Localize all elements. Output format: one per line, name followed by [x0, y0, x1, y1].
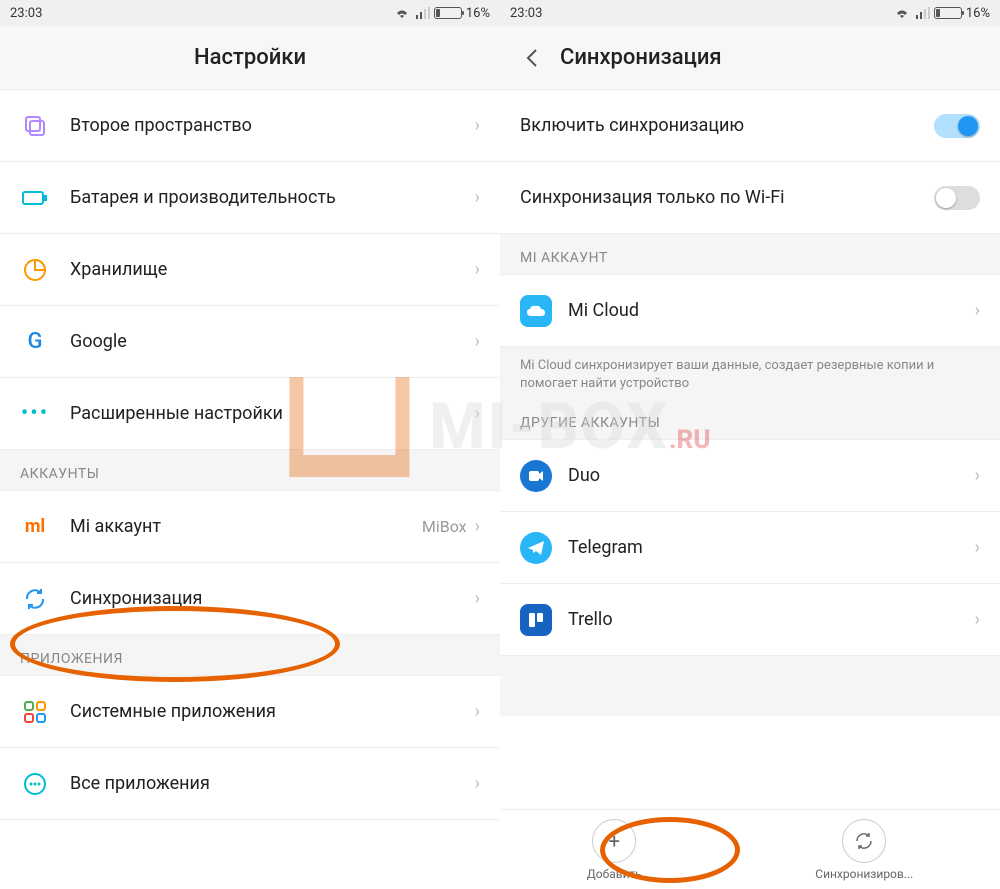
refresh-icon [842, 819, 886, 863]
signal-icon [416, 7, 430, 19]
wifi-icon [894, 7, 910, 19]
settings-header: Настройки [0, 26, 500, 90]
section-apps: ПРИЛОЖЕНИЯ [0, 635, 500, 676]
settings-list: Второе пространство › Батарея и производ… [0, 90, 500, 889]
bottom-bar: + Добавить Синхронизиров... [500, 809, 1000, 889]
button-label: Синхронизиров... [815, 867, 913, 881]
status-time: 23:03 [10, 6, 42, 21]
row-label: Системные приложения [70, 700, 475, 723]
trello-icon [520, 604, 552, 636]
status-bar: 23:03 16% [500, 0, 1000, 26]
row-trello[interactable]: Trello › [500, 584, 1000, 656]
row-label: Второе пространство [70, 114, 475, 137]
row-telegram[interactable]: Telegram › [500, 512, 1000, 584]
chevron-right-icon: › [975, 300, 980, 321]
battery-row-icon [22, 190, 48, 206]
battery-icon [434, 7, 462, 19]
second-space-icon [23, 114, 47, 138]
row-duo[interactable]: Duo › [500, 440, 1000, 512]
chevron-right-icon: › [475, 259, 480, 280]
right-screen: 23:03 16% Синхронизация Включить синхрон… [500, 0, 1000, 889]
row-second-space[interactable]: Второе пространство › [0, 90, 500, 162]
wifi-icon [394, 7, 410, 19]
row-wifi-only[interactable]: Синхронизация только по Wi-Fi [500, 162, 1000, 234]
chevron-right-icon: › [475, 331, 480, 352]
chevron-right-icon: › [975, 609, 980, 630]
row-label: Батарея и производительность [70, 186, 475, 209]
row-battery[interactable]: Батарея и производительность › [0, 162, 500, 234]
toggle-enable-sync[interactable] [934, 114, 980, 138]
row-label: Хранилище [70, 258, 475, 281]
row-all-apps[interactable]: Все приложения › [0, 748, 500, 820]
toggle-wifi-only[interactable] [934, 186, 980, 210]
row-label: Trello [568, 608, 975, 631]
row-label: Telegram [568, 536, 975, 559]
button-label: Добавить [587, 867, 642, 881]
storage-icon [23, 258, 47, 282]
duo-icon [520, 460, 552, 492]
mi-cloud-icon [520, 295, 552, 327]
section-accounts: АККАУНТЫ [0, 450, 500, 491]
chevron-right-icon: › [475, 588, 480, 609]
row-mi-cloud[interactable]: Mi Cloud › [500, 275, 1000, 347]
plus-icon: + [592, 819, 636, 863]
chevron-right-icon: › [475, 187, 480, 208]
row-value: MiBox [422, 517, 467, 536]
sync-icon [23, 587, 47, 611]
chevron-right-icon: › [475, 403, 480, 424]
all-apps-icon [23, 772, 47, 796]
row-label: Все приложения [70, 772, 475, 795]
row-mi-account[interactable]: ml Mi аккаунт MiBox › [0, 491, 500, 563]
row-label: Расширенные настройки [70, 402, 475, 425]
add-account-button[interactable]: + Добавить [587, 819, 642, 881]
row-label: Синхронизация [70, 587, 475, 610]
chevron-right-icon: › [475, 115, 480, 136]
chevron-right-icon: › [475, 773, 480, 794]
status-bar: 23:03 16% [0, 0, 500, 26]
page-title: Синхронизация [560, 45, 722, 70]
signal-icon [916, 7, 930, 19]
sync-content: Включить синхронизацию Синхронизация тол… [500, 90, 1000, 809]
system-apps-icon [24, 701, 46, 723]
section-mi-account: MI АККАУНТ [500, 234, 1000, 275]
row-label: Синхронизация только по Wi-Fi [520, 186, 934, 209]
row-sync[interactable]: Синхронизация › [0, 563, 500, 635]
google-icon: G [28, 329, 43, 354]
chevron-right-icon: › [975, 465, 980, 486]
mi-icon: ml [25, 516, 45, 537]
chevron-right-icon: › [475, 701, 480, 722]
row-label: Mi аккаунт [70, 515, 422, 538]
left-screen: 23:03 16% Настройки Второе пространство … [0, 0, 500, 889]
row-label: Duo [568, 464, 975, 487]
status-time: 23:03 [510, 6, 542, 21]
chevron-right-icon: › [975, 537, 980, 558]
row-label: Google [70, 330, 475, 353]
page-title: Настройки [194, 45, 306, 70]
row-system-apps[interactable]: Системные приложения › [0, 676, 500, 748]
sync-now-button[interactable]: Синхронизиров... [815, 819, 913, 881]
row-enable-sync[interactable]: Включить синхронизацию [500, 90, 1000, 162]
back-button[interactable] [520, 46, 544, 70]
sync-header: Синхронизация [500, 26, 1000, 90]
section-other-accounts: ДРУГИЕ АККАУНТЫ [500, 407, 1000, 440]
row-advanced[interactable]: ••• Расширенные настройки › [0, 378, 500, 450]
row-storage[interactable]: Хранилище › [0, 234, 500, 306]
more-icon: ••• [21, 401, 49, 426]
battery-percent: 16% [466, 6, 490, 21]
mi-cloud-note: Mi Cloud синхронизирует ваши данные, соз… [500, 347, 1000, 407]
row-label: Включить синхронизацию [520, 114, 934, 137]
chevron-right-icon: › [475, 516, 480, 537]
row-google[interactable]: G Google › [0, 306, 500, 378]
telegram-icon [520, 532, 552, 564]
battery-percent: 16% [966, 6, 990, 21]
row-label: Mi Cloud [568, 299, 975, 322]
battery-icon [934, 7, 962, 19]
